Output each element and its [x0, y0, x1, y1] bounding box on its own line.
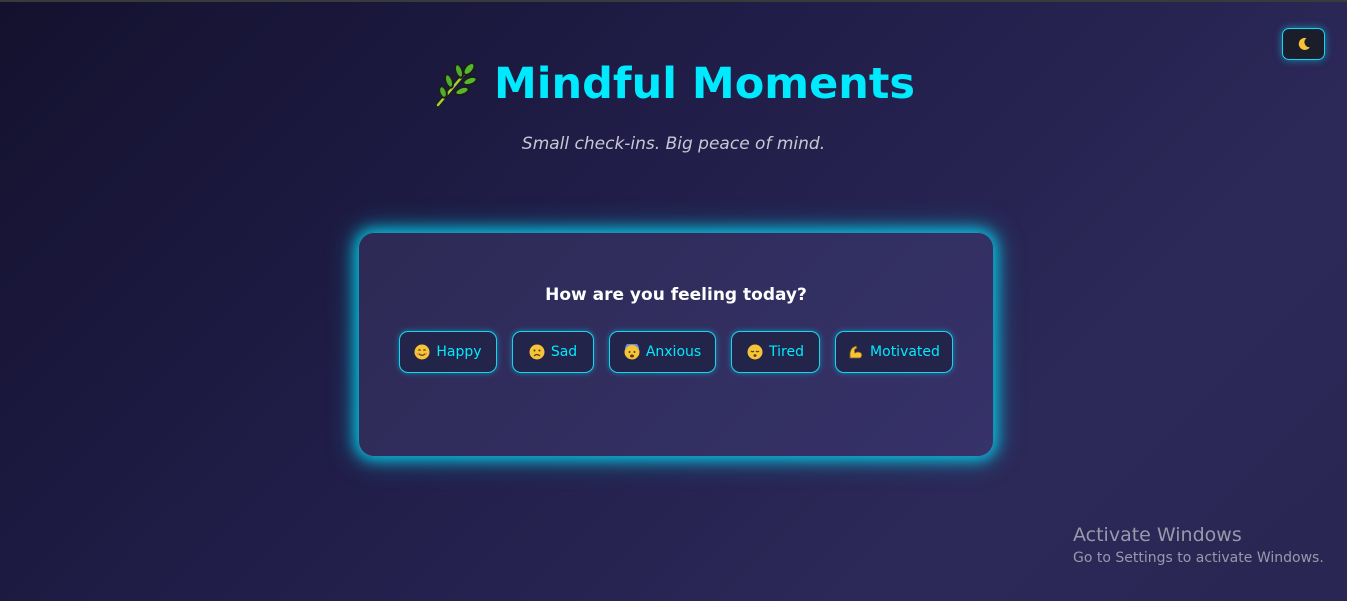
mood-question: How are you feeling today? [545, 285, 807, 305]
window-top-border [0, 0, 1347, 2]
activate-windows-subtitle: Go to Settings to activate Windows. [1073, 550, 1324, 566]
sad-face-icon [529, 344, 545, 360]
mood-label: Happy [436, 344, 482, 360]
app-title: Mindful Moments [493, 59, 915, 109]
activate-windows-title: Activate Windows [1073, 524, 1242, 546]
mood-options: Happy Sad Anxious Tired Motivated [359, 331, 993, 373]
mood-button-sad[interactable]: Sad [512, 331, 594, 373]
flexed-biceps-icon [849, 345, 863, 359]
mood-label: Sad [550, 344, 578, 360]
mood-label: Motivated [870, 344, 940, 360]
mood-button-anxious[interactable]: Anxious [609, 331, 716, 373]
moon-icon [1298, 37, 1310, 50]
mood-button-motivated[interactable]: Motivated [835, 331, 953, 373]
mood-label: Anxious [645, 344, 702, 360]
mood-button-tired[interactable]: Tired [731, 331, 820, 373]
tagline: Small check-ins. Big peace of mind. [521, 134, 826, 154]
mood-button-happy[interactable]: Happy [399, 331, 497, 373]
mood-label: Tired [769, 344, 804, 360]
header: Mindful Moments [0, 54, 1347, 114]
leaf-icon [435, 62, 478, 108]
mood-check-in-card: How are you feeling today? Happy Sad Anx… [358, 232, 994, 457]
anxious-face-icon [624, 344, 640, 360]
smiling-face-icon [414, 344, 430, 360]
sleeping-face-icon [747, 344, 763, 360]
